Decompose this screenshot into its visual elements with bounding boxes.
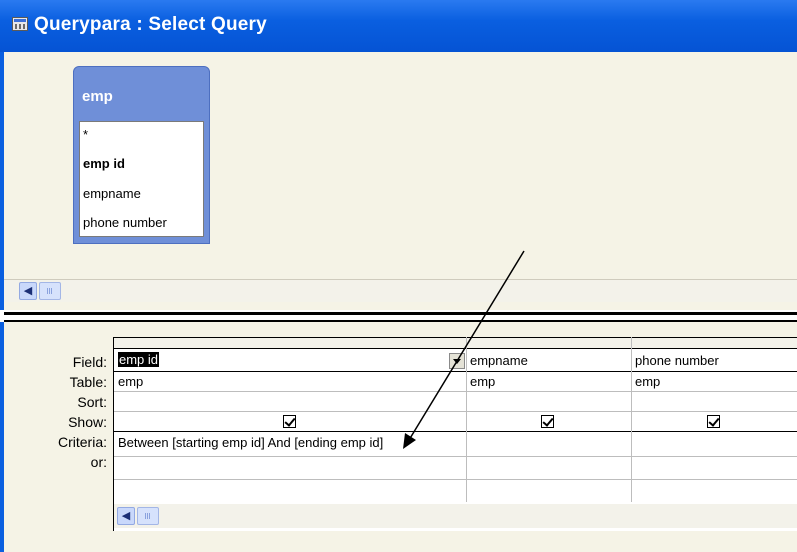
annotation-arrow-line <box>408 250 525 441</box>
annotation-arrowhead <box>403 433 416 449</box>
annotation-arrow <box>403 250 525 449</box>
